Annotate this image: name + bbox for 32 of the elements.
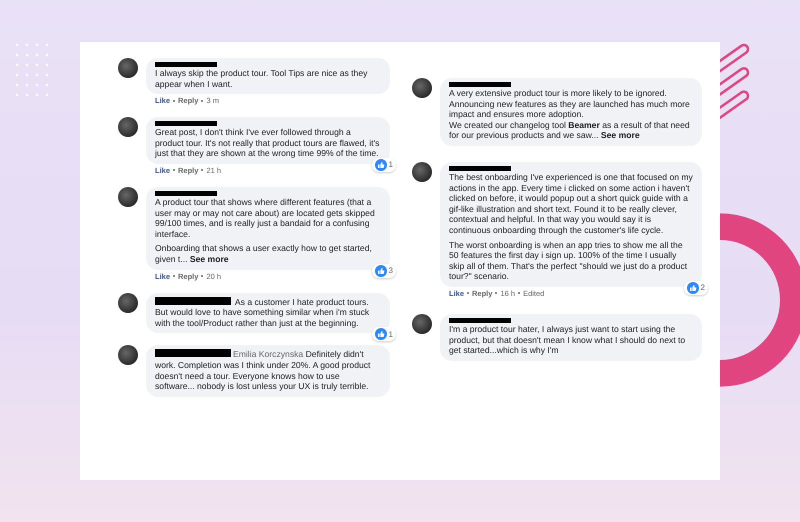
avatar-icon [118,345,138,366]
separator-dot [518,292,520,294]
separator-dot [467,292,470,294]
reaction-number: 1 [388,330,393,339]
avatar-icon [412,162,432,182]
comment-text: Onboarding that shows a user exactly how to get started, given t... See more [155,243,373,265]
comment-text: The best onboarding I've experienced is one that focused on my actions in the app. Every time i clicked on some action i haven't clicked on before, it would popup out a short quick guide with a gif-like illustration and short text. Found it to be really clever, contextual and helpful. In that way you would say it is continuous onboarding through the customer's life cycle. [449,172,693,236]
comment-text: A very extensive product tour is more likely to be ignored. Announcing new features as they are launched has much more impact and ensures more adoption. We created our changelog tool Beamer as a result of that need for our previous products and we saw... See more [449,88,691,141]
reaction-number: 2 [700,283,705,292]
separator-dot [173,169,176,172]
separator-dot [173,100,176,102]
reaction-number: 1 [388,160,393,170]
avatar-icon [118,58,138,78]
comment-text: Emilia Korczynska Definitely didn't work. Completion was I think under 20%. A good product doesn't need a tour. Everyone knows how to use software... nobody is lost unless your UX is truly terrible. [155,349,372,392]
avatar-icon [118,117,138,138]
separator-dot [495,292,498,294]
comment-text: The worst onboarding is when an app tries to show me all the 50 features the first day i sign up. 100% of the time I usually skip all of them. That's the perfect "should we just do a product tour?" scenario. [449,240,688,282]
avatar-icon [118,186,138,207]
comment-text: A product tour that shows where different features (that a user may or may not care about) are located gets skipped 99/100 times, and is really just a bandaid for a confusing interface. [155,196,376,240]
reaction-number: 3 [388,266,393,276]
separator-dot [201,100,204,102]
comment-text: I'm a product tour hater, I always just want to start using the product, but that doesn't mean I know what I should do next to get started...which is why I'm [449,324,686,356]
mention-link[interactable]: Emilia Korczynska [233,349,304,360]
separator-dot [173,275,176,278]
separator-dot [201,275,204,278]
avatar-icon [118,292,138,313]
avatar-icon [412,314,432,334]
comment-text: As a customer I hate product tours. But would love to have something similar when i'm stuck with the tool/Product rather than just at the beginning. [155,296,370,328]
separator-dot [201,169,204,172]
avatar-icon [412,78,432,98]
comment-text: Great post, I don't think I've ever followed through a product tour. It's not really that product tours are flawed, it's just that they are shown at the wrong time 99% of the time. [155,127,380,159]
comment-text: I always skip the product tour. Tool Tips are nice as they appear when I want. [155,68,368,90]
